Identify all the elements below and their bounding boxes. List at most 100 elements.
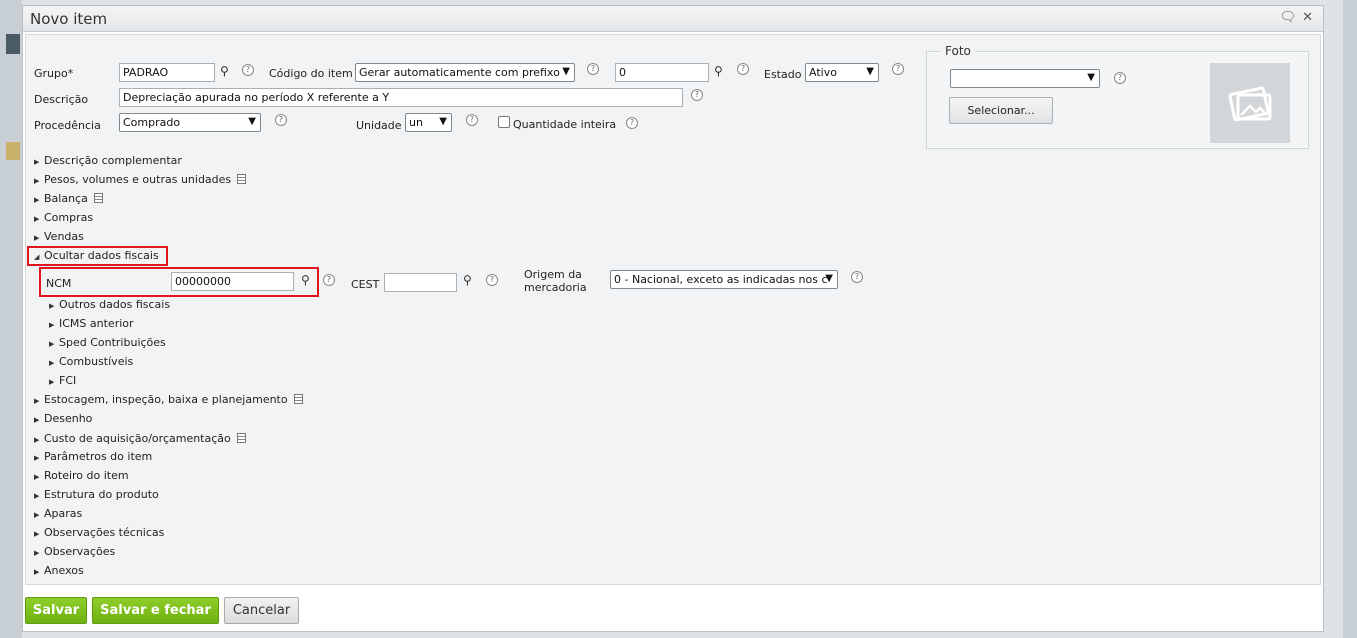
section-label: Vendas (44, 230, 84, 243)
grupo-help-icon[interactable]: ? (242, 64, 254, 76)
expand-arrow-icon: ▶ (34, 568, 40, 576)
chevron-down-icon: ▼ (825, 273, 833, 284)
subsection-fci[interactable]: ▶ FCI (49, 374, 76, 387)
section-aparas[interactable]: ▶ Aparas (34, 507, 82, 520)
chevron-down-icon: ▼ (248, 116, 256, 127)
descricao-input[interactable]: Depreciação apurada no período X referen… (119, 88, 683, 107)
section-parametros[interactable]: ▶ Parâmetros do item (34, 450, 152, 463)
estado-help-icon[interactable]: ? (892, 63, 904, 75)
section-label: Estocagem, inspeção, baixa e planejament… (44, 393, 288, 406)
foto-help-icon[interactable]: ? (1114, 72, 1126, 84)
foto-select[interactable]: ▼ (950, 69, 1100, 88)
unidade-help-icon[interactable]: ? (466, 114, 478, 126)
descricao-help-icon[interactable]: ? (691, 89, 703, 101)
section-descricao-complementar[interactable]: ▶ Descrição complementar (34, 154, 182, 167)
document-icon (293, 394, 303, 404)
procedencia-help-icon[interactable]: ? (275, 114, 287, 126)
grupo-input[interactable]: PADRAO (119, 63, 215, 82)
expand-arrow-icon: ▶ (49, 359, 55, 367)
estado-select[interactable]: Ativo ▼ (805, 63, 879, 82)
section-pesos[interactable]: ▶ Pesos, volumes e outras unidades (34, 173, 247, 186)
document-icon (93, 193, 103, 203)
codigo-value-help-icon[interactable]: ? (737, 63, 749, 75)
form-panel: Grupo* PADRAO ⚲ ? Código do item Gerar a… (25, 34, 1321, 585)
procedencia-select[interactable]: Comprado ▼ (119, 113, 261, 132)
chevron-down-icon: ▼ (866, 66, 874, 77)
cest-label: CEST (351, 278, 380, 291)
subsection-icms-anterior[interactable]: ▶ ICMS anterior (49, 317, 134, 330)
codigo-search-icon[interactable]: ⚲ (714, 64, 723, 78)
chevron-down-icon: ▼ (562, 66, 570, 77)
expand-arrow-icon: ▶ (34, 549, 40, 557)
save-button[interactable]: Salvar (25, 597, 87, 624)
section-label: Estrutura do produto (44, 488, 159, 501)
expand-arrow-icon: ▶ (34, 436, 40, 444)
select-photo-button[interactable]: Selecionar... (949, 97, 1053, 124)
document-icon (237, 174, 247, 184)
close-icon[interactable]: ✕ (1302, 10, 1313, 25)
codigo-select[interactable]: Gerar automaticamente com prefixo ▼ (355, 63, 575, 82)
section-roteiro[interactable]: ▶ Roteiro do item (34, 469, 129, 482)
expand-arrow-icon: ▶ (34, 397, 40, 405)
section-label: Parâmetros do item (44, 450, 153, 463)
subsection-combustiveis[interactable]: ▶ Combustíveis (49, 355, 133, 368)
codigo-select-value: Gerar automaticamente com prefixo (359, 66, 560, 79)
grupo-search-icon[interactable]: ⚲ (220, 64, 229, 78)
expand-arrow-icon: ▶ (34, 416, 40, 424)
origem-label-2: mercadoria (524, 281, 587, 294)
procedencia-select-value: Comprado (123, 116, 181, 129)
section-label: Anexos (44, 564, 84, 577)
codigo-input[interactable]: 0 (615, 63, 709, 82)
section-compras[interactable]: ▶ Compras (34, 211, 93, 224)
chat-icon[interactable]: 🗨 (1280, 10, 1297, 25)
expand-arrow-icon: ▶ (49, 378, 55, 386)
cest-search-icon[interactable]: ⚲ (463, 273, 472, 287)
foto-legend: Foto (941, 44, 975, 58)
unidade-select[interactable]: un ▼ (405, 113, 452, 132)
section-label: Pesos, volumes e outras unidades (44, 173, 232, 186)
section-anexos[interactable]: ▶ Anexos (34, 564, 84, 577)
subsection-label: Sped Contribuições (59, 336, 166, 349)
section-label: Desenho (44, 412, 93, 425)
dialog-title: Novo item (30, 10, 108, 28)
section-vendas[interactable]: ▶ Vendas (34, 230, 84, 243)
save-close-button[interactable]: Salvar e fechar (92, 597, 219, 624)
chevron-down-icon: ▼ (1087, 72, 1095, 83)
quantidade-help-icon[interactable]: ? (626, 117, 638, 129)
section-estocagem[interactable]: ▶ Estocagem, inspeção, baixa e planejamen… (34, 393, 303, 406)
origem-select[interactable]: 0 - Nacional, exceto as indicadas nos c ▼ (610, 270, 838, 289)
section-label: Compras (44, 211, 94, 224)
chevron-down-icon: ▼ (439, 116, 447, 127)
subsection-sped-contribuicoes[interactable]: ▶ Sped Contribuições (49, 336, 166, 349)
section-observacoes-tecnicas[interactable]: ▶ Observações técnicas (34, 526, 164, 539)
quantidade-checkbox[interactable] (498, 116, 510, 128)
expand-arrow-icon: ▶ (49, 302, 55, 310)
cest-help-icon[interactable]: ? (486, 274, 498, 286)
codigo-help-icon[interactable]: ? (587, 63, 599, 75)
subsection-outros-dados-fiscais[interactable]: ▶ Outros dados fiscais (49, 298, 170, 311)
subsection-label: Combustíveis (59, 355, 134, 368)
origem-select-value: 0 - Nacional, exceto as indicadas nos c (614, 273, 828, 286)
section-label: Custo de aquisição/orçamentação (44, 432, 231, 445)
expand-arrow-icon: ▶ (34, 454, 40, 462)
cest-input[interactable] (384, 273, 457, 292)
origem-label-1: Origem da (524, 268, 582, 281)
section-custo[interactable]: ▶ Custo de aquisição/orçamentação (34, 432, 246, 445)
section-desenho[interactable]: ▶ Desenho (34, 412, 92, 425)
section-label: Balança (44, 192, 88, 205)
section-balanca[interactable]: ▶ Balança (34, 192, 103, 205)
section-estrutura[interactable]: ▶ Estrutura do produto (34, 488, 159, 501)
grupo-label: Grupo* (34, 67, 74, 80)
ncm-help-icon[interactable]: ? (323, 274, 335, 286)
expand-arrow-icon: ▶ (49, 340, 55, 348)
expand-arrow-icon: ▶ (34, 196, 40, 204)
origem-help-icon[interactable]: ? (851, 271, 863, 283)
expand-arrow-icon: ▶ (34, 158, 40, 166)
unidade-select-value: un (409, 116, 423, 129)
section-label: Aparas (44, 507, 83, 520)
expand-arrow-icon: ▶ (49, 321, 55, 329)
photo-placeholder (1210, 63, 1290, 143)
section-observacoes[interactable]: ▶ Observações (34, 545, 115, 558)
cancel-button[interactable]: Cancelar (224, 597, 299, 624)
descricao-label: Descrição (34, 93, 89, 106)
